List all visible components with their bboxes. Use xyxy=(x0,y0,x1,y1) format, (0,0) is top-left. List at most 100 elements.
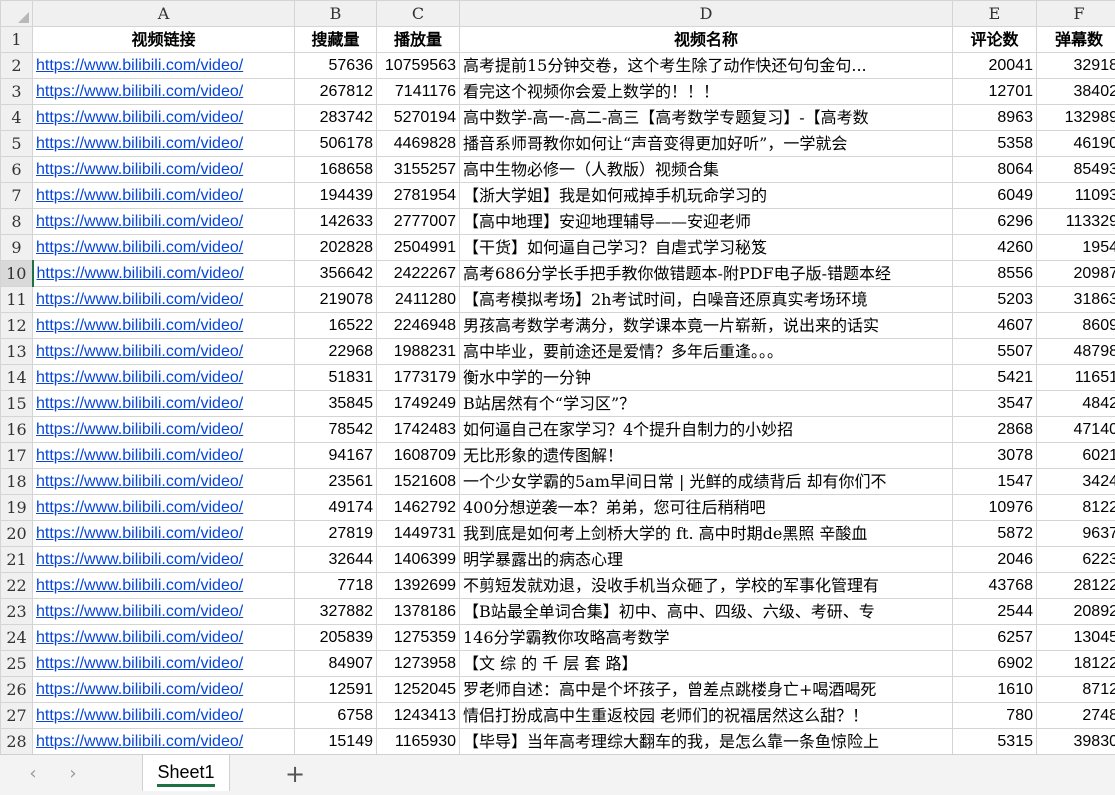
cell-video-link[interactable]: https://www.bilibili.com/video/ xyxy=(33,469,295,495)
cell-header-danmaku[interactable]: 弹幕数 xyxy=(1037,27,1115,53)
cell-video-title[interactable]: 【毕导】当年高考理综大翻车的我，是怎么靠一条鱼惊险上 xyxy=(460,729,953,755)
cell-video-link[interactable]: https://www.bilibili.com/video/ xyxy=(33,131,295,157)
cell-danmaku[interactable]: 46190 xyxy=(1037,131,1115,157)
cell-video-link[interactable]: https://www.bilibili.com/video/ xyxy=(33,521,295,547)
row-number[interactable]: 21 xyxy=(1,547,33,573)
row-number[interactable]: 8 xyxy=(1,209,33,235)
cell-video-link[interactable]: https://www.bilibili.com/video/ xyxy=(33,391,295,417)
cell-comments[interactable]: 6902 xyxy=(953,651,1037,677)
cell-plays[interactable]: 1742483 xyxy=(377,417,460,443)
column-header-b[interactable]: B xyxy=(295,1,377,27)
cell-danmaku[interactable]: 39830 xyxy=(1037,729,1115,755)
select-all-corner[interactable] xyxy=(1,1,33,27)
cell-video-link[interactable]: https://www.bilibili.com/video/ xyxy=(33,443,295,469)
cell-danmaku[interactable]: 9637 xyxy=(1037,521,1115,547)
cell-danmaku[interactable]: 38402 xyxy=(1037,79,1115,105)
cell-comments[interactable]: 43768 xyxy=(953,573,1037,599)
cell-comments[interactable]: 5315 xyxy=(953,729,1037,755)
cell-plays[interactable]: 2411280 xyxy=(377,287,460,313)
cell-plays[interactable]: 1406399 xyxy=(377,547,460,573)
cell-comments[interactable]: 8556 xyxy=(953,261,1037,287)
cell-video-title[interactable]: 【高考模拟考场】2h考试时间，白噪音还原真实考场环境 xyxy=(460,287,953,313)
row-number[interactable]: 2 xyxy=(1,53,33,79)
cell-video-title[interactable]: 播音系师哥教你如何让“声音变得更加好听”，一学就会 xyxy=(460,131,953,157)
cell-video-title[interactable]: B站居然有个“学习区”？ xyxy=(460,391,953,417)
cell-danmaku[interactable]: 32918 xyxy=(1037,53,1115,79)
row-number[interactable]: 26 xyxy=(1,677,33,703)
cell-favorites[interactable]: 78542 xyxy=(295,417,377,443)
cell-plays[interactable]: 1608709 xyxy=(377,443,460,469)
row-number[interactable]: 9 xyxy=(1,235,33,261)
cell-video-link[interactable]: https://www.bilibili.com/video/ xyxy=(33,599,295,625)
cell-comments[interactable]: 4260 xyxy=(953,235,1037,261)
row-number[interactable]: 25 xyxy=(1,651,33,677)
cell-favorites[interactable]: 23561 xyxy=(295,469,377,495)
cell-favorites[interactable]: 51831 xyxy=(295,365,377,391)
cell-video-title[interactable]: 高中毕业，要前途还是爱情？多年后重逢。。。 xyxy=(460,339,953,365)
cell-danmaku[interactable]: 8122 xyxy=(1037,495,1115,521)
plus-icon[interactable]: + xyxy=(282,761,308,787)
cell-favorites[interactable]: 27819 xyxy=(295,521,377,547)
cell-header-link[interactable]: 视频链接 xyxy=(33,27,295,53)
cell-plays[interactable]: 1449731 xyxy=(377,521,460,547)
row-number[interactable]: 27 xyxy=(1,703,33,729)
column-header-f[interactable]: F xyxy=(1037,1,1115,27)
cell-favorites[interactable]: 12591 xyxy=(295,677,377,703)
cell-favorites[interactable]: 15149 xyxy=(295,729,377,755)
cell-video-title[interactable]: 罗老师自述：高中是个坏孩子，曾差点跳楼身亡+喝酒喝死 xyxy=(460,677,953,703)
row-number[interactable]: 17 xyxy=(1,443,33,469)
cell-plays[interactable]: 5270194 xyxy=(377,105,460,131)
cell-favorites[interactable]: 267812 xyxy=(295,79,377,105)
cell-video-link[interactable]: https://www.bilibili.com/video/ xyxy=(33,261,295,287)
cell-video-title[interactable]: 【B站最全单词合集】初中、高中、四级、六级、考研、专 xyxy=(460,599,953,625)
cell-danmaku[interactable]: 13045 xyxy=(1037,625,1115,651)
cell-comments[interactable]: 20041 xyxy=(953,53,1037,79)
sheet-tab-sheet1[interactable]: Sheet1 xyxy=(142,755,230,791)
cell-danmaku[interactable]: 85493 xyxy=(1037,157,1115,183)
cell-video-link[interactable]: https://www.bilibili.com/video/ xyxy=(33,157,295,183)
cell-comments[interactable]: 5358 xyxy=(953,131,1037,157)
cell-comments[interactable]: 10976 xyxy=(953,495,1037,521)
cell-comments[interactable]: 6257 xyxy=(953,625,1037,651)
cell-favorites[interactable]: 142633 xyxy=(295,209,377,235)
cell-video-title[interactable]: 146分学霸教你攻略高考数学 xyxy=(460,625,953,651)
cell-danmaku[interactable]: 11651 xyxy=(1037,365,1115,391)
cell-plays[interactable]: 1988231 xyxy=(377,339,460,365)
cell-plays[interactable]: 1749249 xyxy=(377,391,460,417)
cell-favorites[interactable]: 6758 xyxy=(295,703,377,729)
cell-danmaku[interactable]: 2748 xyxy=(1037,703,1115,729)
cell-plays[interactable]: 1252045 xyxy=(377,677,460,703)
chevron-left-icon[interactable]: ‹ xyxy=(22,763,44,785)
cell-plays[interactable]: 1243413 xyxy=(377,703,460,729)
cell-video-link[interactable]: https://www.bilibili.com/video/ xyxy=(33,339,295,365)
cell-favorites[interactable]: 219078 xyxy=(295,287,377,313)
cell-video-link[interactable]: https://www.bilibili.com/video/ xyxy=(33,183,295,209)
cell-danmaku[interactable]: 11093 xyxy=(1037,183,1115,209)
cell-favorites[interactable]: 194439 xyxy=(295,183,377,209)
cell-danmaku[interactable]: 48798 xyxy=(1037,339,1115,365)
cell-comments[interactable]: 2046 xyxy=(953,547,1037,573)
row-number[interactable]: 5 xyxy=(1,131,33,157)
cell-video-link[interactable]: https://www.bilibili.com/video/ xyxy=(33,287,295,313)
cell-comments[interactable]: 8963 xyxy=(953,105,1037,131)
cell-video-link[interactable]: https://www.bilibili.com/video/ xyxy=(33,313,295,339)
cell-plays[interactable]: 1521608 xyxy=(377,469,460,495)
cell-danmaku[interactable]: 31863 xyxy=(1037,287,1115,313)
cell-video-link[interactable]: https://www.bilibili.com/video/ xyxy=(33,625,295,651)
cell-plays[interactable]: 1462792 xyxy=(377,495,460,521)
cell-comments[interactable]: 12701 xyxy=(953,79,1037,105)
cell-comments[interactable]: 6049 xyxy=(953,183,1037,209)
cell-danmaku[interactable]: 20987 xyxy=(1037,261,1115,287)
row-number[interactable]: 20 xyxy=(1,521,33,547)
cell-video-title[interactable]: 【浙大学姐】我是如何戒掉手机玩命学习的 xyxy=(460,183,953,209)
cell-danmaku[interactable]: 6223 xyxy=(1037,547,1115,573)
cell-video-title[interactable]: 情侣打扮成高中生重返校园 老师们的祝福居然这么甜？！ xyxy=(460,703,953,729)
cell-plays[interactable]: 2504991 xyxy=(377,235,460,261)
cell-comments[interactable]: 8064 xyxy=(953,157,1037,183)
cell-danmaku[interactable]: 1954 xyxy=(1037,235,1115,261)
column-header-a[interactable]: A xyxy=(33,1,295,27)
row-number[interactable]: 4 xyxy=(1,105,33,131)
cell-plays[interactable]: 4469828 xyxy=(377,131,460,157)
cell-danmaku[interactable]: 47140 xyxy=(1037,417,1115,443)
cell-comments[interactable]: 4607 xyxy=(953,313,1037,339)
